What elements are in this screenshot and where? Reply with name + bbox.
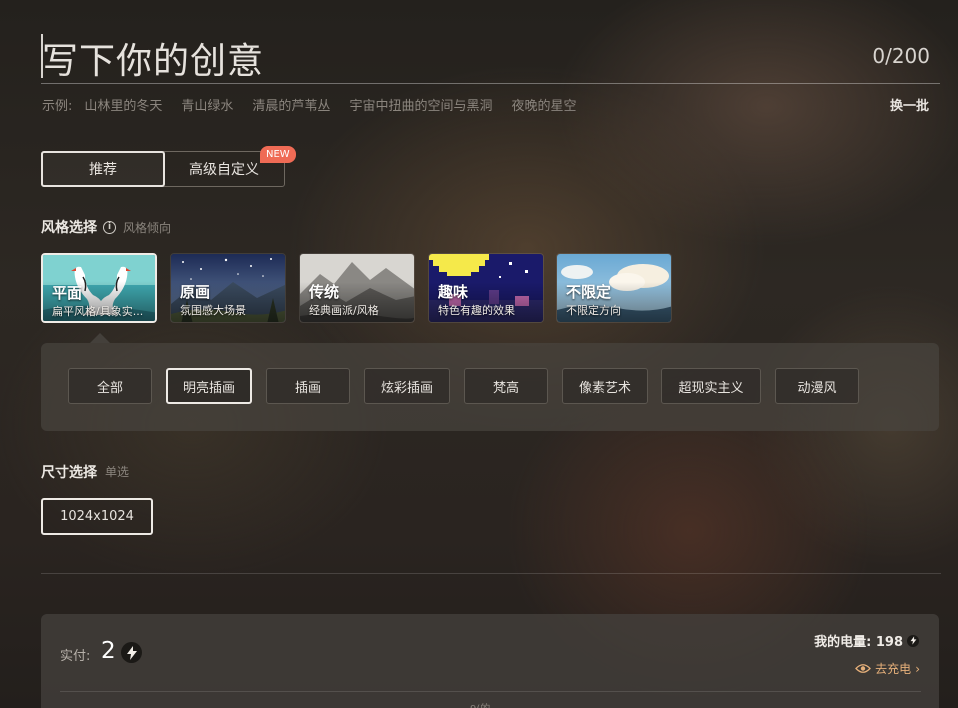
chip-pixel-art[interactable]: 像素艺术 xyxy=(562,368,648,404)
my-energy: 我的电量: 198 xyxy=(814,631,919,650)
chip-bright-illustration[interactable]: 明亮插画 xyxy=(166,368,252,404)
chip-van-gogh[interactable]: 梵高 xyxy=(464,368,548,404)
energy-text: 我的电量: 198 xyxy=(814,635,903,650)
eye-icon xyxy=(855,664,872,673)
recharge-link[interactable]: 去充电 › xyxy=(855,660,920,677)
style-card-unlimited[interactable]: 不限定 不限定方向 xyxy=(556,253,672,323)
pay-label: 实付: xyxy=(60,649,91,664)
prompt-input[interactable]: 写下你的创意 xyxy=(42,32,264,84)
new-badge: NEW xyxy=(260,146,296,163)
chip-surrealism[interactable]: 超现实主义 xyxy=(661,368,761,404)
payment-panel xyxy=(41,614,939,708)
example-item[interactable]: 宇宙中扭曲的空间与黑洞 xyxy=(349,95,492,114)
info-icon[interactable]: i xyxy=(103,220,116,234)
style-card-concept[interactable]: 原画 氛围感大场景 xyxy=(170,253,286,323)
example-item[interactable]: 夜晚的星空 xyxy=(511,95,576,114)
card-title: 不限定 xyxy=(566,283,612,301)
chip-illustration[interactable]: 插画 xyxy=(266,368,350,404)
section-divider xyxy=(41,573,941,574)
recharge-label: 去充电 xyxy=(875,662,912,676)
panel-pointer xyxy=(90,333,110,343)
card-subtitle: 扁平风格/具象实... xyxy=(52,305,144,318)
card-title: 原画 xyxy=(180,283,211,301)
prompt-underline xyxy=(41,83,940,84)
card-title: 平面 xyxy=(52,284,83,302)
chip-all[interactable]: 全部 xyxy=(68,368,152,404)
card-subtitle: 特色有趣的效果 xyxy=(438,304,515,317)
agreement-text: 9(的 xyxy=(470,700,490,708)
style-card-flat[interactable]: 平面 扁平风格/具象实... xyxy=(41,253,157,323)
energy-bolt-icon xyxy=(121,642,142,663)
pay-amount: 2 xyxy=(101,638,116,664)
size-section-title: 尺寸选择 xyxy=(41,465,97,481)
style-title-text: 风格选择 xyxy=(41,220,97,236)
style-hint: 风格倾向 xyxy=(123,221,172,235)
mode-tabs: 推荐 高级自定义 xyxy=(41,151,285,187)
char-counter: 0/200 xyxy=(872,44,930,68)
size-hint: 单选 xyxy=(105,465,130,479)
chip-anime[interactable]: 动漫风 xyxy=(775,368,859,404)
card-subtitle: 不限定方向 xyxy=(566,304,621,317)
payment-divider xyxy=(60,691,921,692)
size-option-button[interactable]: 1024x1024 xyxy=(41,498,153,535)
chip-colorful-illustration[interactable]: 炫彩插画 xyxy=(364,368,450,404)
example-item[interactable]: 青山绿水 xyxy=(181,95,233,114)
card-subtitle: 氛围感大场景 xyxy=(180,304,246,317)
chevron-right-icon: › xyxy=(915,661,920,676)
card-title: 传统 xyxy=(309,283,340,301)
card-subtitle: 经典画派/风格 xyxy=(309,304,379,317)
style-card-traditional[interactable]: 传统 经典画派/风格 xyxy=(299,253,415,323)
examples-label: 示例: xyxy=(42,99,73,114)
style-section-title: 风格选择 i xyxy=(41,217,116,237)
energy-bolt-icon xyxy=(907,634,919,647)
example-item[interactable]: 山林里的冬天 xyxy=(84,95,162,114)
style-card-fun[interactable]: 趣味 特色有趣的效果 xyxy=(428,253,544,323)
example-item[interactable]: 清晨的芦苇丛 xyxy=(252,95,330,114)
refresh-examples-button[interactable]: 换一批 xyxy=(890,95,929,114)
card-title: 趣味 xyxy=(438,283,469,301)
tab-recommend[interactable]: 推荐 xyxy=(41,151,165,187)
examples-row: 示例: 山林里的冬天 青山绿水 清晨的芦苇丛 宇宙中扭曲的空间与黑洞 夜晚的星空 xyxy=(42,95,595,114)
